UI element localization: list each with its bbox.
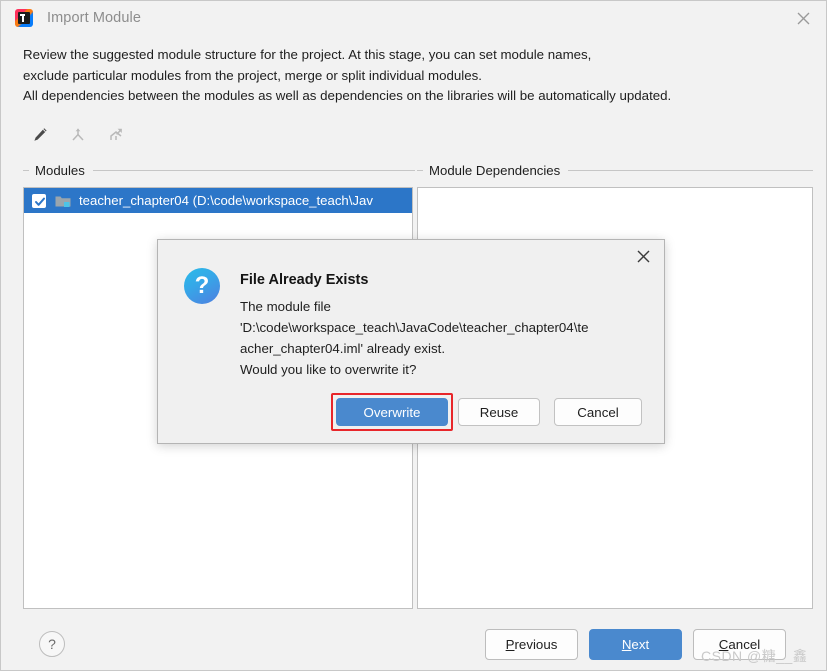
divider (417, 170, 423, 171)
title-bar: Import Module (1, 1, 826, 35)
description-text: Review the suggested module structure fo… (23, 45, 813, 107)
reuse-button-label: Reuse (480, 405, 518, 420)
overwrite-button[interactable]: Overwrite (336, 398, 448, 426)
description-line-1: Review the suggested module structure fo… (23, 45, 813, 66)
reuse-button[interactable]: Reuse (458, 398, 540, 426)
divider (93, 170, 415, 171)
module-folder-icon (55, 194, 71, 208)
previous-button-label: Previous (506, 637, 558, 652)
close-icon[interactable] (622, 240, 664, 272)
description-line-3: All dependencies between the modules as … (23, 86, 813, 107)
split-module-icon[interactable] (105, 124, 127, 146)
intellij-idea-icon (15, 9, 33, 27)
modules-section-header: Modules (23, 162, 415, 178)
message-line-4: Would you like to overwrite it? (240, 359, 650, 380)
close-icon[interactable] (780, 1, 826, 35)
dialog-cancel-button-label: Cancel (577, 405, 618, 420)
modules-header-label: Modules (35, 163, 85, 178)
message-line-1: The module file (240, 296, 650, 317)
dialog-title: File Already Exists (240, 272, 368, 288)
dependencies-header-label: Module Dependencies (429, 163, 560, 178)
cancel-button[interactable]: Cancel (693, 629, 786, 660)
module-name-label: teacher_chapter04 (D:\code\workspace_tea… (79, 193, 373, 208)
help-icon: ? (48, 636, 56, 652)
message-line-2: 'D:\code\workspace_teach\JavaCode\teache… (240, 317, 650, 338)
previous-button[interactable]: Previous (485, 629, 578, 660)
question-mark-icon: ? (184, 268, 220, 304)
help-button[interactable]: ? (39, 631, 65, 657)
divider (23, 170, 29, 171)
merge-modules-icon[interactable] (67, 124, 89, 146)
dialog-cancel-button[interactable]: Cancel (554, 398, 642, 426)
import-module-window: Import Module Review the suggested modul… (0, 0, 827, 671)
module-checkbox[interactable] (32, 194, 46, 208)
module-toolbar (29, 122, 127, 148)
message-line-3: acher_chapter04.iml' already exist. (240, 338, 650, 359)
next-button[interactable]: Next (589, 629, 682, 660)
file-already-exists-dialog: ? File Already Exists The module file 'D… (157, 239, 665, 444)
description-line-2: exclude particular modules from the proj… (23, 66, 813, 87)
window-title: Import Module (47, 10, 141, 26)
edit-pencil-icon[interactable] (29, 124, 51, 146)
dependencies-section-header: Module Dependencies (417, 162, 813, 178)
divider (568, 170, 813, 171)
next-button-label: Next (622, 637, 649, 652)
list-item[interactable]: teacher_chapter04 (D:\code\workspace_tea… (24, 188, 412, 213)
dialog-message: The module file 'D:\code\workspace_teach… (240, 296, 650, 380)
cancel-button-label: Cancel (719, 637, 760, 652)
overwrite-button-label: Overwrite (364, 405, 421, 420)
